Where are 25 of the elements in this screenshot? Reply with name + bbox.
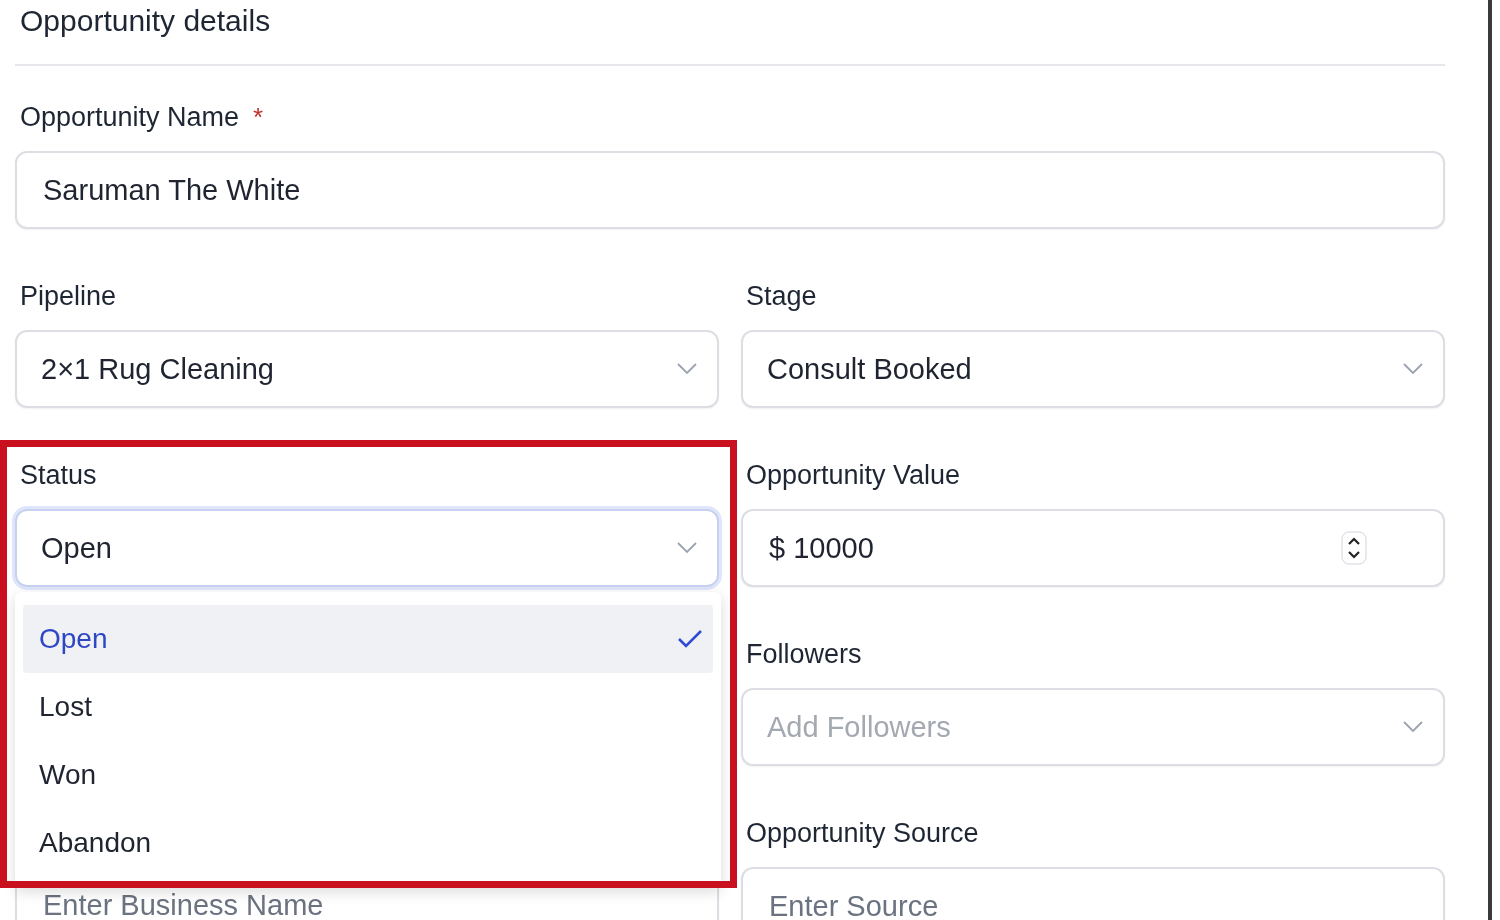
chevron-down-icon bbox=[677, 363, 697, 375]
field-label: Opportunity Source bbox=[746, 817, 979, 850]
field-label: Opportunity Name bbox=[20, 101, 240, 134]
section-title: Opportunity details bbox=[19, 3, 272, 39]
field-label: Opportunity Value bbox=[746, 459, 961, 492]
chevron-down-icon bbox=[1403, 363, 1423, 375]
required-mark: * bbox=[253, 101, 264, 133]
dropdown-option[interactable]: Abandon bbox=[23, 809, 713, 877]
stepper-icon bbox=[1341, 531, 1367, 565]
text-field[interactable]: Enter Source bbox=[741, 867, 1445, 920]
select-field[interactable]: Consult Booked bbox=[741, 330, 1445, 408]
field-label: Pipeline bbox=[20, 280, 117, 313]
field-label: Status bbox=[20, 459, 97, 492]
dropdown-option[interactable]: Open bbox=[23, 605, 713, 673]
select-field[interactable]: 2×1 Rug Cleaning bbox=[15, 330, 719, 408]
field-label: Stage bbox=[746, 280, 817, 313]
chevron-down-icon bbox=[677, 542, 697, 554]
dropdown-option[interactable]: Won bbox=[23, 741, 713, 809]
number-field[interactable]: $ 10000 bbox=[741, 509, 1445, 587]
dropdown-option[interactable]: Lost bbox=[23, 673, 713, 741]
field-label: Followers bbox=[746, 638, 862, 671]
text-field[interactable]: Saruman The White bbox=[15, 151, 1445, 229]
check-icon bbox=[677, 629, 703, 649]
chevron-down-icon bbox=[1403, 721, 1423, 733]
select-field[interactable]: Open bbox=[15, 509, 719, 587]
